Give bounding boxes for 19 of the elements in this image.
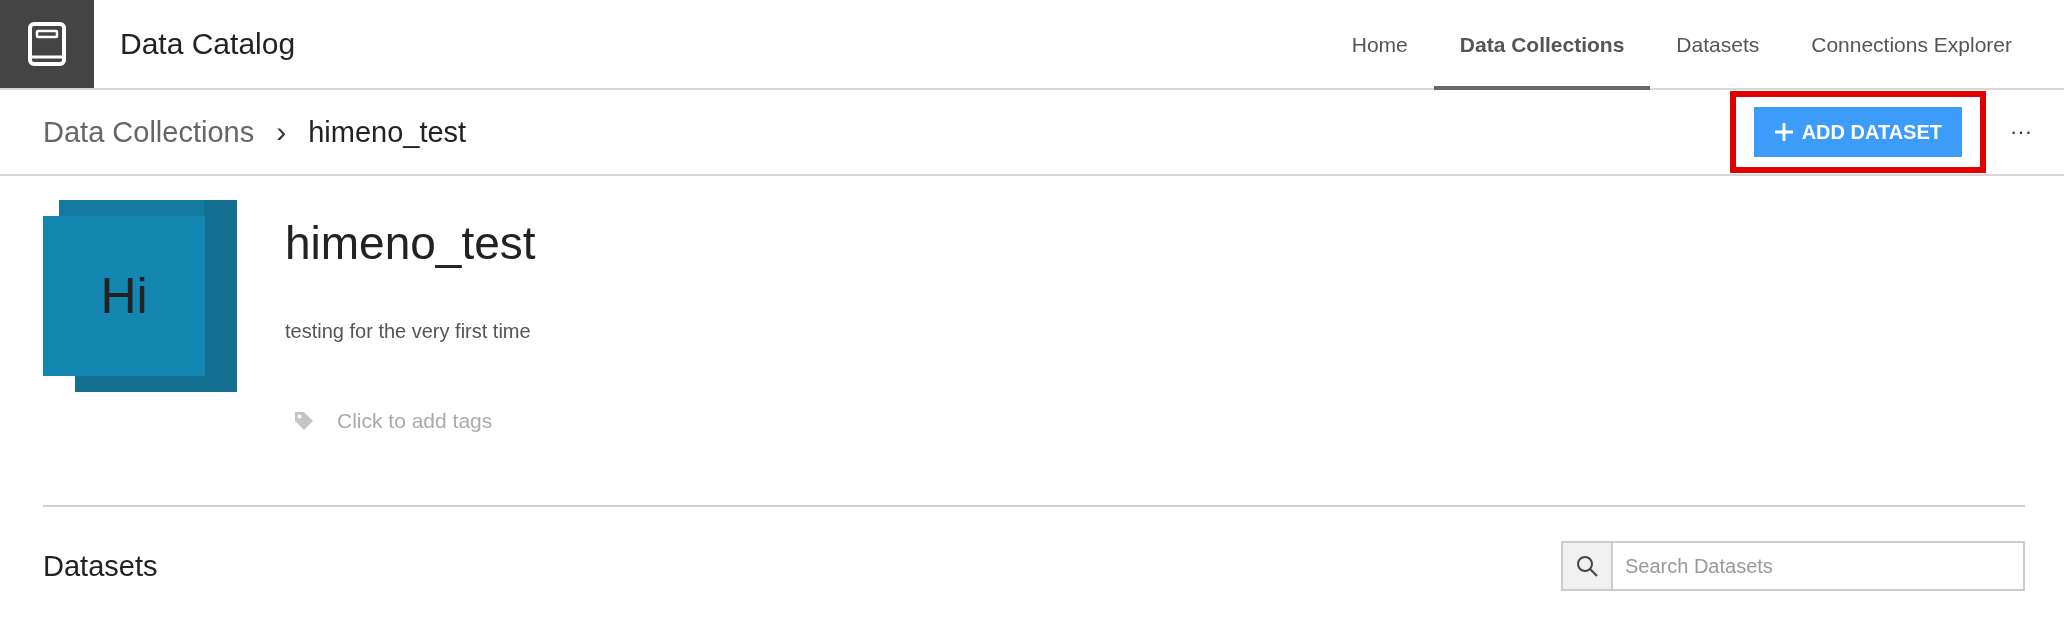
avatar-initials: Hi [100,267,148,325]
nav-tab[interactable]: Datasets [1650,0,1786,90]
nav-tab[interactable]: Connections Explorer [1785,0,2038,90]
book-icon [27,21,67,67]
collection-name: himeno_test [285,216,536,270]
nav-tab[interactable]: Data Collections [1433,0,1651,90]
collection-description: testing for the very first time [285,320,532,343]
nav-tab[interactable]: Home [1325,0,1434,90]
breadcrumb-current: himeno_test [308,115,467,149]
more-button[interactable]: ··· [2004,118,2038,146]
logo-tile[interactable] [0,0,94,88]
plus-icon [1773,122,1794,142]
search-field[interactable]: Search Datasets [1561,541,2025,591]
tag-icon [293,410,315,432]
breadcrumb-link[interactable]: Data Collections [43,115,255,149]
search-icon [1575,554,1599,578]
breadcrumb-separator: › [276,115,287,149]
section-heading: Datasets [43,549,158,583]
app-title: Data Catalog [119,26,297,62]
